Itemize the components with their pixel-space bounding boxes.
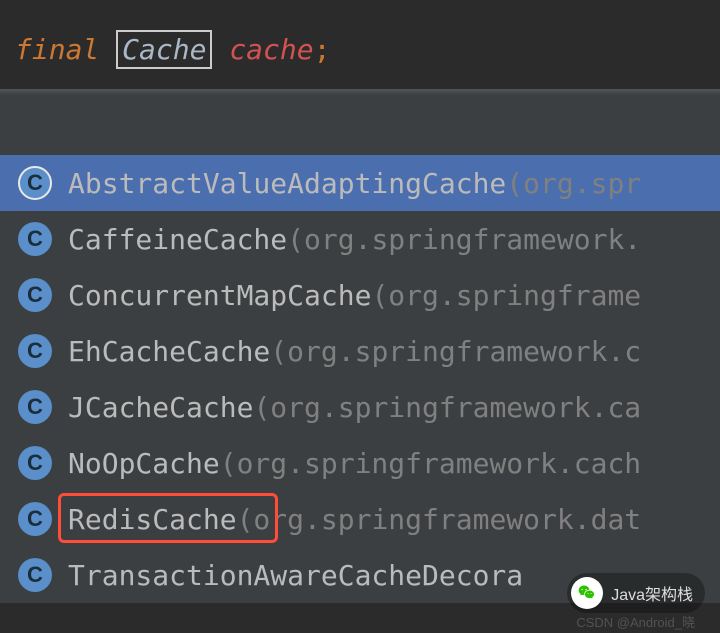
wechat-icon [571, 577, 603, 609]
package-name: (org.springframework.dat [237, 503, 642, 536]
suggestion-item[interactable]: C AbstractValueAdaptingCache (org.spr [0, 155, 720, 211]
suggestion-item[interactable]: C ConcurrentMapCache (org.springframe [0, 267, 720, 323]
class-name: TransactionAwareCacheDecora [68, 559, 523, 592]
class-icon: C [18, 166, 52, 200]
class-icon: C [18, 334, 52, 368]
semicolon: ; [314, 33, 331, 66]
class-name: ConcurrentMapCache [68, 279, 371, 312]
package-name: (org.springframe [371, 279, 641, 312]
class-name: RedisCache [68, 503, 237, 536]
package-name: (org.spr [506, 167, 641, 200]
class-name: AbstractValueAdaptingCache [68, 167, 506, 200]
csdn-watermark: CSDN @Android_晓 [576, 612, 695, 631]
code-editor-line[interactable]: final Cache cache; [0, 0, 720, 89]
class-name: EhCacheCache [68, 335, 270, 368]
suggestion-item[interactable]: C JCacheCache (org.springframework.ca [0, 379, 720, 435]
suggestion-item[interactable]: C NoOpCache (org.springframework.cach [0, 435, 720, 491]
suggestion-list[interactable]: C AbstractValueAdaptingCache (org.spr C Caf… [0, 155, 720, 603]
wechat-badge: Java架构栈 [567, 573, 705, 613]
variable-name: cache [229, 33, 313, 66]
autocomplete-popup[interactable]: C AbstractValueAdaptingCache (org.spr C Caf… [0, 95, 720, 603]
class-icon: C [18, 390, 52, 424]
class-icon: C [18, 446, 52, 480]
package-name: (org.springframework.cach [220, 447, 641, 480]
package-name: (org.springframework.ca [253, 391, 641, 424]
class-icon: C [18, 278, 52, 312]
class-name: JCacheCache [68, 391, 253, 424]
class-icon: C [18, 558, 52, 592]
package-name: (org.springframework. [287, 223, 641, 256]
suggestion-item[interactable]: C RedisCache (org.springframework.dat [0, 491, 720, 547]
suggestion-item[interactable]: C CaffeineCache (org.springframework. [0, 211, 720, 267]
suggestion-item[interactable]: C EhCacheCache (org.springframework.c [0, 323, 720, 379]
class-icon: C [18, 502, 52, 536]
class-icon: C [18, 222, 52, 256]
keyword-final: final [15, 33, 99, 66]
badge-label: Java架构栈 [611, 581, 693, 605]
type-identifier[interactable]: Cache [116, 30, 212, 69]
class-name: NoOpCache [68, 447, 220, 480]
package-name: (org.springframework.c [270, 335, 641, 368]
class-name: CaffeineCache [68, 223, 287, 256]
